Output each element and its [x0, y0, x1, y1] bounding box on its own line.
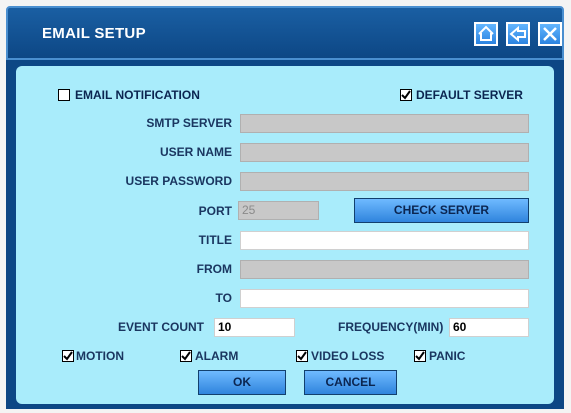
checkmark-icon: [415, 351, 425, 361]
motion-label: MOTION: [76, 349, 124, 363]
video-loss-checkbox[interactable]: [296, 350, 308, 362]
video-loss-label: VIDEO LOSS: [311, 349, 385, 363]
alarm-label: ALARM: [195, 349, 239, 363]
close-icon: [543, 27, 557, 41]
port-label: PORT: [198, 204, 232, 218]
title-label: TITLE: [198, 233, 232, 247]
check-server-button[interactable]: CHECK SERVER: [354, 198, 529, 223]
close-button[interactable]: [538, 22, 562, 46]
smtp-server-field[interactable]: [240, 114, 529, 133]
to-field[interactable]: [240, 289, 529, 308]
email-notification-checkbox[interactable]: [58, 89, 70, 101]
default-server-label: DEFAULT SERVER: [416, 88, 523, 102]
cancel-button[interactable]: CANCEL: [304, 370, 397, 395]
title-field[interactable]: [240, 231, 529, 250]
home-button[interactable]: [474, 22, 498, 46]
checkmark-icon: [181, 351, 191, 361]
ok-button[interactable]: OK: [198, 370, 286, 395]
panic-checkbox[interactable]: [414, 350, 426, 362]
user-password-label: USER PASSWORD: [125, 174, 232, 188]
checkmark-icon: [63, 351, 73, 361]
from-label: FROM: [196, 262, 232, 276]
from-field[interactable]: [240, 260, 529, 279]
panic-label: PANIC: [429, 349, 466, 363]
checkmark-icon: [401, 90, 411, 100]
frequency-label: FREQUENCY(MIN): [338, 320, 444, 334]
alarm-checkbox[interactable]: [180, 350, 192, 362]
window-title: EMAIL SETUP: [42, 25, 146, 42]
title-bar: EMAIL SETUP: [6, 6, 564, 60]
port-field[interactable]: 25: [238, 201, 319, 220]
email-setup-window: EMAIL SETUP EMAIL NOTIFICATION DEFAULT S…: [0, 0, 571, 413]
motion-checkbox[interactable]: [62, 350, 74, 362]
back-arrow-icon: [509, 25, 526, 43]
frequency-field[interactable]: 60: [449, 318, 529, 337]
email-notification-label: EMAIL NOTIFICATION: [75, 88, 200, 102]
to-label: TO: [215, 291, 232, 305]
user-password-field[interactable]: [240, 172, 529, 191]
default-server-checkbox[interactable]: [400, 89, 412, 101]
user-name-label: USER NAME: [159, 145, 232, 159]
event-count-field[interactable]: 10: [214, 318, 295, 337]
event-count-label: EVENT COUNT: [118, 320, 205, 334]
smtp-server-label: SMTP SERVER: [146, 116, 232, 130]
home-icon: [478, 25, 494, 41]
checkmark-icon: [297, 351, 307, 361]
user-name-field[interactable]: [240, 143, 529, 162]
back-button[interactable]: [506, 22, 530, 46]
